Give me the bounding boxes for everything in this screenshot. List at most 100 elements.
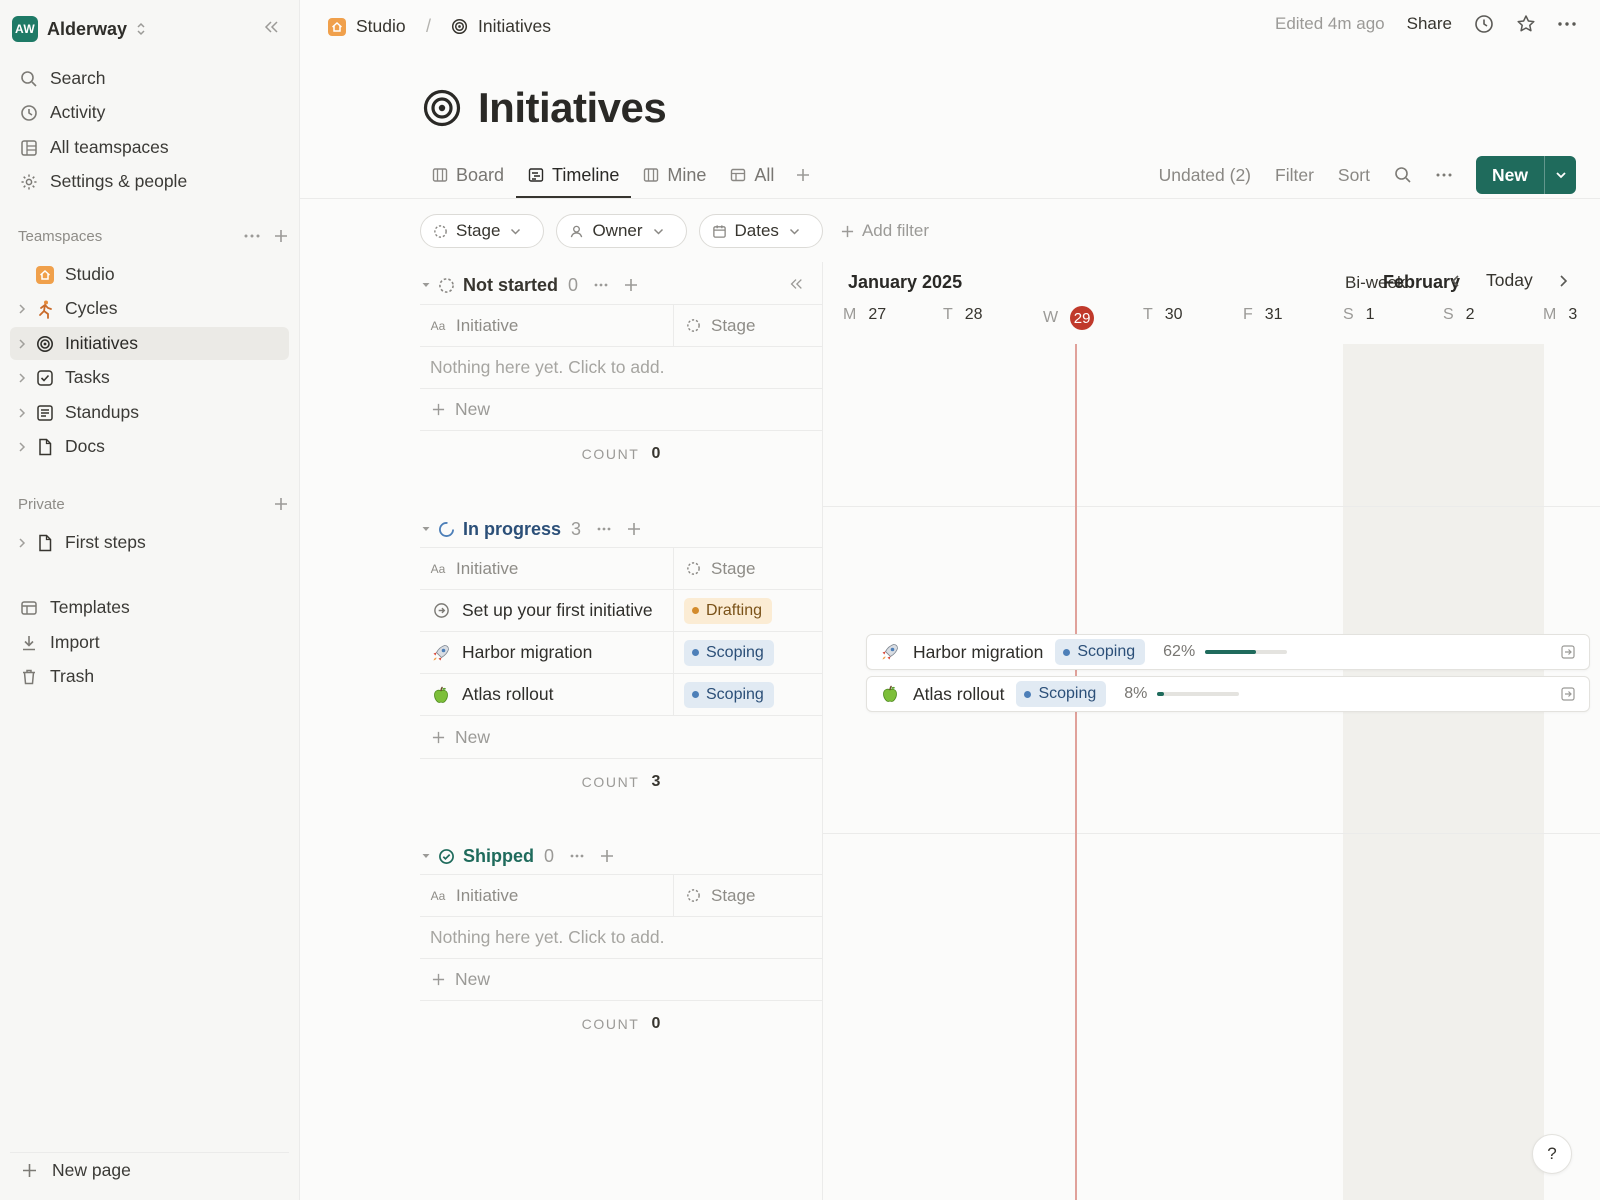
more-icon[interactable] — [244, 234, 260, 238]
tab-board[interactable]: Board — [420, 156, 516, 194]
chevron-right-icon[interactable] — [16, 338, 28, 350]
sidebar-item-initiatives[interactable]: Initiatives — [10, 327, 289, 360]
sidebar-item-settings[interactable]: Settings & people — [10, 165, 289, 198]
dates-filter-chip[interactable]: Dates — [698, 214, 823, 248]
chevron-right-icon[interactable] — [16, 407, 28, 419]
timeline-bar-atlas-rollout[interactable]: Atlas rollout Scoping 8% — [866, 676, 1590, 712]
tab-timeline[interactable]: Timeline — [516, 156, 632, 198]
group-header-not-started[interactable]: Not started 0 — [420, 268, 820, 302]
initiative-name: Harbor migration — [462, 642, 593, 662]
page-title[interactable]: Initiatives — [478, 84, 667, 132]
filter-button[interactable]: Filter — [1275, 165, 1314, 186]
group-count-footer[interactable]: COUNT 0 — [420, 1004, 822, 1044]
sidebar-item-label: Activity — [50, 102, 106, 122]
breadcrumb-initiatives[interactable]: Initiatives — [451, 16, 551, 37]
sidebar-item-docs[interactable]: Docs — [10, 430, 289, 463]
open-page-icon[interactable] — [1561, 645, 1575, 659]
group-header-shipped[interactable]: Shipped 0 — [420, 839, 820, 873]
group-count-footer[interactable]: COUNT 0 — [420, 434, 822, 474]
stage-cell[interactable]: Scoping — [674, 632, 822, 673]
clock-icon[interactable] — [1474, 14, 1494, 34]
caret-down-icon[interactable] — [420, 281, 432, 289]
tab-mine[interactable]: Mine — [631, 156, 718, 194]
column-header-stage[interactable]: Stage — [674, 875, 822, 916]
chevron-right-icon[interactable] — [16, 441, 28, 453]
progress-percent: 62% — [1163, 643, 1196, 660]
add-filter-button[interactable]: Add filter — [841, 221, 929, 241]
star-icon[interactable] — [1516, 14, 1536, 34]
stage-cell[interactable]: Scoping — [674, 674, 822, 715]
breadcrumb-studio[interactable]: Studio — [327, 16, 406, 37]
sidebar-item-first-steps[interactable]: First steps — [10, 526, 289, 559]
help-button[interactable]: ? — [1532, 1134, 1572, 1174]
sidebar-item-search[interactable]: Search — [10, 62, 289, 95]
new-button[interactable]: New — [1476, 156, 1544, 194]
empty-group-row[interactable]: Nothing here yet. Click to add. — [420, 917, 822, 959]
chevron-left-icon[interactable] — [1451, 274, 1460, 288]
table-row[interactable]: Atlas rollout Scoping — [420, 674, 822, 716]
sort-button[interactable]: Sort — [1338, 165, 1370, 186]
initiative-cell[interactable]: Atlas rollout — [420, 674, 674, 715]
new-row-button[interactable]: New — [420, 389, 822, 431]
chevron-right-icon[interactable] — [16, 537, 28, 549]
group-count-footer[interactable]: COUNT 3 — [420, 762, 822, 802]
plus-icon[interactable] — [627, 522, 641, 536]
table-row[interactable]: Set up your first initiative Drafting — [420, 590, 822, 632]
stage-filter-chip[interactable]: Stage — [420, 214, 545, 248]
table-row[interactable]: Harbor migration Scoping — [420, 632, 822, 674]
more-icon[interactable] — [570, 854, 584, 858]
collapse-table-icon[interactable] — [788, 276, 804, 292]
column-header-initiative[interactable]: Aa Initiative — [420, 305, 674, 346]
owner-filter-chip[interactable]: Owner — [556, 214, 687, 248]
sidebar-item-import[interactable]: Import — [10, 626, 289, 659]
more-icon[interactable] — [597, 527, 611, 531]
target-icon[interactable] — [422, 88, 462, 128]
workspace-switcher[interactable]: AW Alderway — [12, 14, 146, 44]
page-title-block: Initiatives — [422, 84, 667, 132]
column-header-initiative[interactable]: Aa Initiative — [420, 548, 674, 589]
tab-all[interactable]: All — [718, 156, 786, 194]
column-header-stage[interactable]: Stage — [674, 548, 822, 589]
caret-down-icon[interactable] — [420, 852, 432, 860]
caret-down-icon[interactable] — [420, 525, 432, 533]
chevron-right-icon[interactable] — [16, 303, 28, 315]
more-icon[interactable] — [594, 283, 608, 287]
column-header-stage[interactable]: Stage — [674, 305, 822, 346]
collapse-sidebar-icon[interactable] — [262, 18, 280, 36]
initiative-cell[interactable]: Set up your first initiative — [420, 590, 674, 631]
plus-icon[interactable] — [624, 278, 638, 292]
column-header-initiative[interactable]: Aa Initiative — [420, 875, 674, 916]
sidebar-item-templates[interactable]: Templates — [10, 591, 289, 624]
new-dropdown-button[interactable] — [1544, 156, 1576, 194]
column-label: Initiative — [456, 315, 519, 335]
sidebar-item-tasks[interactable]: Tasks — [10, 361, 289, 394]
empty-group-row[interactable]: Nothing here yet. Click to add. — [420, 347, 822, 389]
sidebar-item-cycles[interactable]: Cycles — [10, 292, 289, 325]
timeline-bar-harbor-migration[interactable]: Harbor migration Scoping 62% — [866, 634, 1590, 670]
sidebar-item-activity[interactable]: Activity — [10, 96, 289, 129]
sidebar-item-studio[interactable]: Studio — [10, 258, 289, 291]
search-icon[interactable] — [1394, 166, 1412, 184]
new-row-button[interactable]: New — [420, 959, 822, 1001]
undated-button[interactable]: Undated (2) — [1159, 165, 1251, 186]
plus-icon[interactable] — [274, 229, 288, 243]
initiative-cell[interactable]: Harbor migration — [420, 632, 674, 673]
plus-icon[interactable] — [600, 849, 614, 863]
sidebar-item-all-teamspaces[interactable]: All teamspaces — [10, 131, 289, 164]
chevron-right-icon[interactable] — [1559, 274, 1568, 288]
stage-cell[interactable]: Drafting — [674, 590, 822, 631]
new-row-button[interactable]: New — [420, 717, 822, 759]
open-page-icon[interactable] — [1561, 687, 1575, 701]
plus-icon[interactable] — [274, 497, 288, 511]
group-header-in-progress[interactable]: In progress 3 — [420, 512, 820, 546]
calendar-icon — [712, 224, 727, 239]
chevron-right-icon[interactable] — [16, 372, 28, 384]
sidebar-item-trash[interactable]: Trash — [10, 660, 289, 693]
new-page-button[interactable]: New page — [10, 1152, 289, 1186]
more-icon[interactable] — [1436, 173, 1452, 177]
today-button[interactable]: Today — [1486, 270, 1533, 291]
sidebar-item-standups[interactable]: Standups — [10, 396, 289, 429]
share-button[interactable]: Share — [1407, 14, 1452, 34]
more-icon[interactable] — [1558, 22, 1576, 26]
add-view-button[interactable] — [786, 156, 820, 194]
